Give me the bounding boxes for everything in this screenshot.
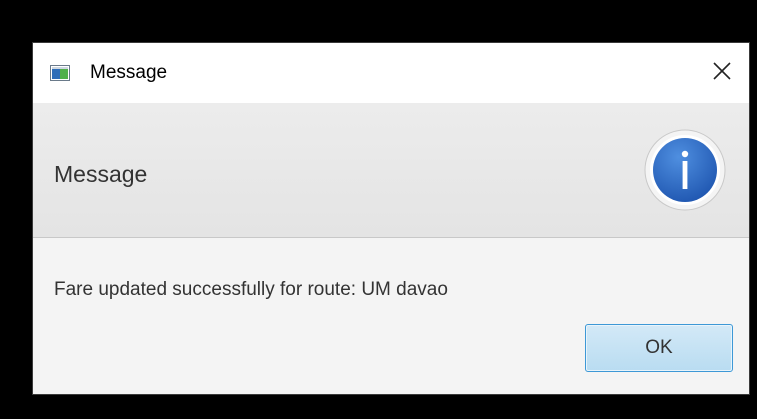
close-button[interactable] [695, 43, 749, 103]
window-title: Message [90, 62, 168, 83]
dialog-header: Message [33, 103, 749, 238]
screen: Message Message Fare updated successfull… [0, 0, 757, 419]
message-dialog: Message Message Fare updated successfull… [32, 42, 750, 395]
ok-button[interactable]: OK [585, 324, 733, 372]
message-text: Fare updated successfully for route: UM … [54, 279, 448, 300]
close-icon [712, 61, 732, 86]
title-bar[interactable]: Message [33, 43, 749, 103]
header-text: Message [54, 161, 148, 187]
info-icon [643, 128, 727, 212]
dialog-content: Fare updated successfully for route: UM … [33, 238, 749, 394]
window-app-icon [50, 65, 70, 81]
